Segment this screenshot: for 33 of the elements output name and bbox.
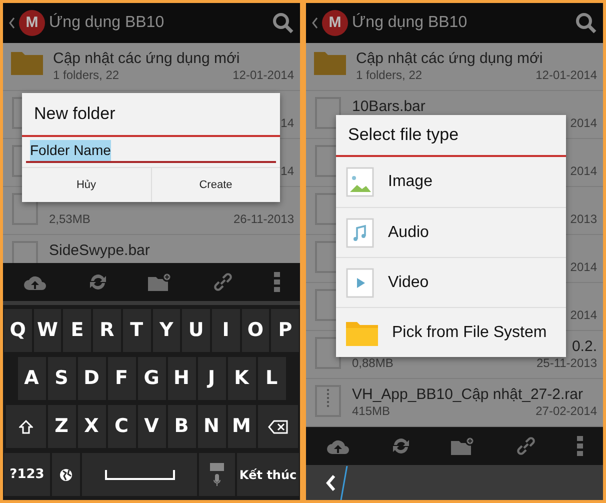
- file-info: 0,88MB: [352, 356, 394, 371]
- option-label: Video: [388, 272, 429, 292]
- file-date: 2013: [570, 212, 597, 227]
- app-title: Ứng dụng BB10: [49, 12, 166, 33]
- file-date: 26-11-2013: [234, 212, 294, 227]
- dialog-title: Select file type: [336, 115, 566, 157]
- file-date: 2014: [570, 308, 597, 323]
- option-label: Pick from File System: [392, 322, 547, 342]
- file-date: 14: [280, 164, 294, 179]
- file-name: VH_App_BB10_Cập nhật_27-2.rar: [352, 385, 584, 404]
- file-name: Cập nhật các ứng dụng mới: [356, 49, 544, 68]
- file-date: 2014: [570, 260, 597, 275]
- file-date: 25-11-2013: [536, 356, 597, 371]
- file-date: 12-01-2014: [232, 68, 294, 83]
- option-label: Image: [388, 172, 432, 192]
- file-info: 415MB: [352, 404, 390, 419]
- file-date: 14: [280, 116, 294, 131]
- file-name: SideSwype.bar: [49, 241, 151, 260]
- dialog-title: New folder: [22, 93, 280, 137]
- file-info: 1 folders, 22: [356, 68, 422, 83]
- file-date: 2014: [570, 164, 597, 179]
- file-info: 2,53MB: [49, 212, 90, 227]
- file-date: 27-02-2014: [536, 404, 597, 419]
- file-name: 0.2.: [570, 337, 597, 356]
- file-name: Cập nhật các ứng dụng mới: [53, 49, 241, 68]
- file-date: 2014: [570, 116, 597, 131]
- file-name: 10Bars.bar: [352, 97, 426, 116]
- file-date: 12-01-2014: [536, 68, 597, 83]
- app-logo: M: [322, 10, 348, 36]
- option-label: Audio: [388, 222, 429, 242]
- file-info: 1 folders, 22: [53, 68, 120, 83]
- app-logo: M: [19, 10, 45, 36]
- app-title: Ứng dụng BB10: [352, 12, 468, 33]
